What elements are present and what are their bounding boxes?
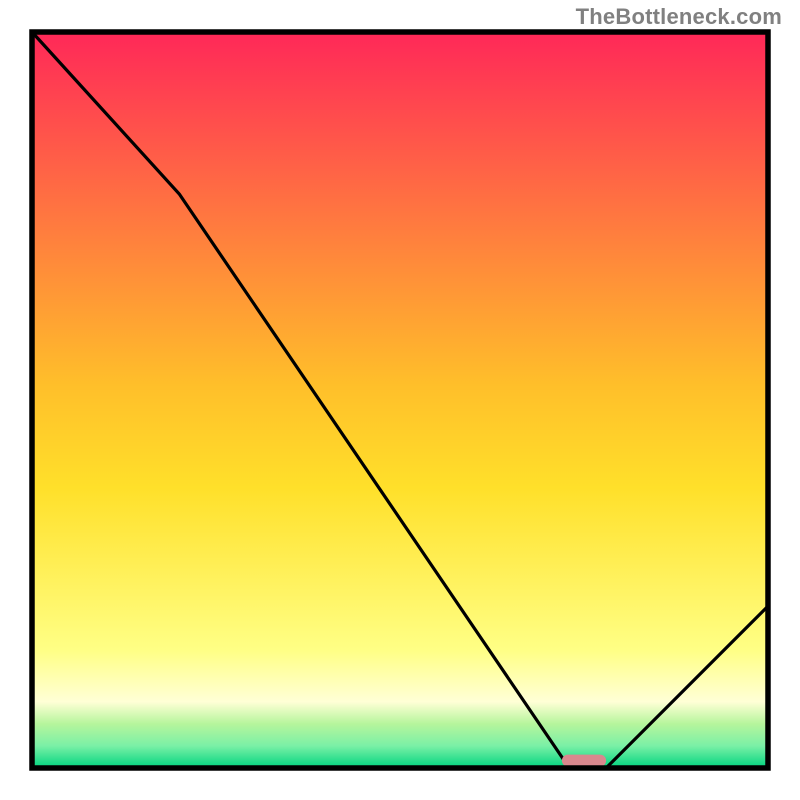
plot-background bbox=[32, 32, 768, 768]
chart-container: TheBottleneck.com bbox=[0, 0, 800, 800]
chart-svg bbox=[0, 0, 800, 800]
watermark-text: TheBottleneck.com bbox=[576, 4, 782, 30]
bottleneck-marker bbox=[562, 755, 606, 767]
